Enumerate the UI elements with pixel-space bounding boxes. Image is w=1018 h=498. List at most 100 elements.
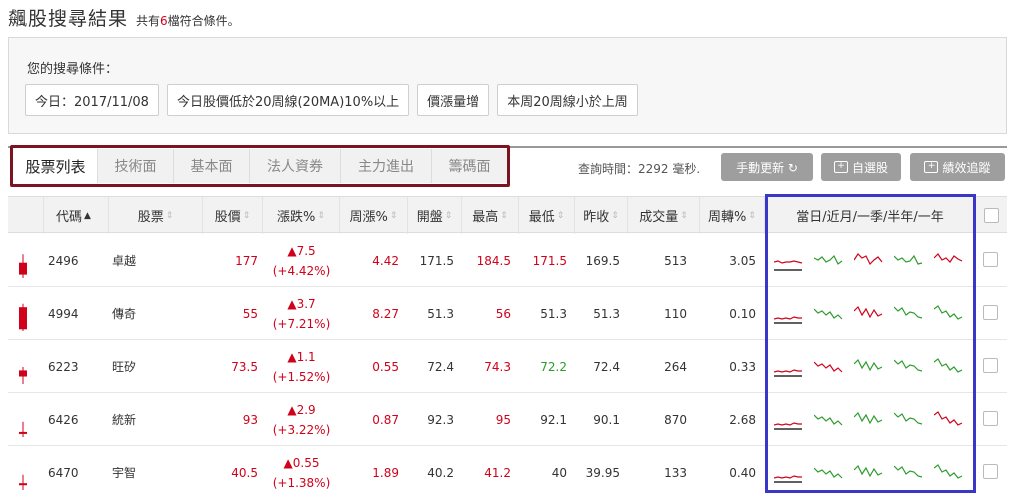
row-select-checkbox[interactable] — [983, 305, 998, 320]
sparkline-quarter[interactable] — [854, 407, 884, 431]
tab-technical[interactable]: 技術面 — [98, 149, 174, 183]
cell-open: 72.4 — [427, 359, 454, 374]
cell-price: 177 — [235, 253, 258, 268]
cell-week-pct: 0.87 — [372, 412, 399, 427]
sparkline-half-year[interactable] — [894, 354, 924, 378]
cell-volume: 513 — [664, 253, 687, 268]
sparkline-quarter[interactable] — [854, 460, 884, 484]
cell-price: 40.5 — [231, 465, 258, 480]
th-turnover-label: 周轉% — [708, 210, 747, 225]
cell-code[interactable]: 4994 — [48, 287, 108, 340]
tab-fundamental[interactable]: 基本面 — [174, 149, 250, 183]
th-volume[interactable]: 成交量 ⇕ — [628, 197, 700, 234]
th-stock[interactable]: 股票 ⇕ — [109, 197, 203, 234]
th-turnover[interactable]: 周轉% ⇕ — [700, 197, 765, 234]
cell-week-pct: 0.55 — [372, 359, 399, 374]
cell-stock-name[interactable]: 卓越 — [112, 234, 172, 287]
performance-track-button[interactable]: + 績效追蹤 — [910, 153, 1005, 181]
sparkline-year[interactable] — [934, 354, 964, 378]
tab-chips[interactable]: 籌碼面 — [432, 149, 508, 183]
cell-turnover: 2.68 — [729, 412, 756, 427]
sparkline-quarter[interactable] — [854, 354, 884, 378]
result-count: 6 — [160, 14, 168, 28]
sparkline-intraday[interactable] — [774, 301, 804, 325]
condition-chip-price-volume-up[interactable]: 價漲量增 — [417, 84, 490, 116]
th-price[interactable]: 股價 ⇕ — [203, 197, 263, 234]
cell-price: 73.5 — [231, 359, 258, 374]
cell-code[interactable]: 6426 — [48, 393, 108, 446]
sort-icon: ⇕ — [556, 210, 565, 221]
sparkline-quarter[interactable] — [854, 301, 884, 325]
cell-high: 74.3 — [484, 359, 511, 374]
sparkline-half-year[interactable] — [894, 248, 924, 272]
cell-change: ▲2.9 (+3.22%) — [263, 393, 340, 446]
th-low[interactable]: 最低 ⇕ — [519, 197, 575, 234]
cell-volume: 264 — [664, 359, 687, 374]
th-change-pct-label: 漲跌% — [277, 210, 316, 225]
cell-low: 72.2 — [540, 359, 567, 374]
cell-stock-name[interactable]: 統新 — [112, 393, 172, 446]
sparkline-month[interactable] — [814, 301, 844, 325]
folder-plus-icon: + — [833, 161, 848, 173]
sort-icon: ⇕ — [748, 210, 756, 221]
manual-refresh-button[interactable]: 手動更新 ↻ — [721, 153, 813, 181]
cell-prev-close: 169.5 — [585, 253, 620, 268]
page-title: 飆股搜尋結果 — [8, 8, 129, 30]
sparkline-year[interactable] — [934, 301, 964, 325]
sparkline-intraday[interactable] — [774, 248, 804, 272]
cell-code[interactable]: 6470 — [48, 446, 108, 498]
row-select-checkbox[interactable] — [983, 411, 998, 426]
table-row[interactable]: 6223 旺矽 73.5 ▲1.1 (+1.52%) 0.55 72.4 74.3 72.2 72… — [8, 340, 1007, 393]
cell-change: ▲0.55 (+1.38%) — [263, 446, 340, 498]
cell-stock-name[interactable]: 傳奇 — [112, 287, 172, 340]
sparkline-half-year[interactable] — [894, 460, 924, 484]
cell-stock-name[interactable]: 宇智 — [112, 446, 172, 498]
sparkline-intraday[interactable] — [774, 460, 804, 484]
th-change-pct[interactable]: 漲跌% ⇕ — [263, 197, 340, 234]
condition-chip-ma-lower[interactable]: 本周20周線小於上周 — [497, 84, 638, 116]
row-select-checkbox[interactable] — [983, 252, 998, 267]
condition-chip-date[interactable]: 今日：2017/11/08 — [25, 84, 159, 116]
sparkline-month[interactable] — [814, 248, 844, 272]
sparkline-quarter[interactable] — [854, 248, 884, 272]
select-all-checkbox[interactable] — [984, 208, 999, 223]
th-open[interactable]: 開盤 ⇕ — [408, 197, 462, 234]
table-row[interactable]: 6470 宇智 40.5 ▲0.55 (+1.38%) 1.89 40.2 41.2 40 39.… — [8, 446, 1007, 498]
th-high[interactable]: 最高 ⇕ — [462, 197, 519, 234]
tab-major-players[interactable]: 主力進出 — [341, 149, 432, 183]
tab-stock-list[interactable]: 股票列表 — [14, 149, 98, 183]
cell-turnover: 0.33 — [729, 359, 756, 374]
row-select-checkbox[interactable] — [983, 358, 998, 373]
th-code[interactable]: 代碼 ▲ — [44, 197, 109, 234]
row-select-checkbox[interactable] — [983, 464, 998, 479]
th-code-label: 代碼 — [56, 210, 83, 225]
cell-stock-name[interactable]: 旺矽 — [112, 340, 172, 393]
mini-candlestick-icon — [19, 254, 27, 278]
sparkline-half-year[interactable] — [894, 301, 924, 325]
sparkline-half-year[interactable] — [894, 407, 924, 431]
tab-institutional[interactable]: 法人資券 — [250, 149, 341, 183]
sparkline-month[interactable] — [814, 460, 844, 484]
cell-code[interactable]: 2496 — [48, 234, 108, 287]
table-row[interactable]: 2496 卓越 177 ▲7.5 (+4.42%) 4.42 171.5 184.5 171.5… — [8, 234, 1007, 287]
sparkline-intraday[interactable] — [774, 407, 804, 431]
table-row[interactable]: 6426 統新 93 ▲2.9 (+3.22%) 0.87 92.3 95 92.1 90.1 87… — [8, 393, 1007, 446]
cell-code[interactable]: 6223 — [48, 340, 108, 393]
condition-chip-below-ma[interactable]: 今日股價低於20周線(20MA)10%以上 — [166, 84, 410, 116]
table-row[interactable]: 4994 傳奇 55 ▲3.7 (+7.21%) 8.27 51.3 56 51.3 51.3 11… — [8, 287, 1007, 340]
sparkline-intraday[interactable] — [774, 354, 804, 378]
th-prev-close[interactable]: 昨收 ⇕ — [575, 197, 628, 234]
th-sparklines: 當日/近月/一季/半年/一年 — [765, 197, 976, 234]
sparkline-year[interactable] — [934, 460, 964, 484]
cell-price: 93 — [242, 412, 258, 427]
cell-week-pct: 8.27 — [372, 306, 399, 321]
track-label: 績效追蹤 — [942, 160, 991, 175]
query-time: 查詢時間：2292 毫秒. — [578, 162, 701, 176]
sparkline-year[interactable] — [934, 407, 964, 431]
sparkline-month[interactable] — [814, 354, 844, 378]
sparkline-month[interactable] — [814, 407, 844, 431]
sparkline-year[interactable] — [934, 248, 964, 272]
th-week-pct[interactable]: 周漲% ⇕ — [340, 197, 408, 234]
cell-turnover: 0.10 — [729, 306, 756, 321]
add-watchlist-button[interactable]: + 自選股 — [821, 153, 901, 181]
